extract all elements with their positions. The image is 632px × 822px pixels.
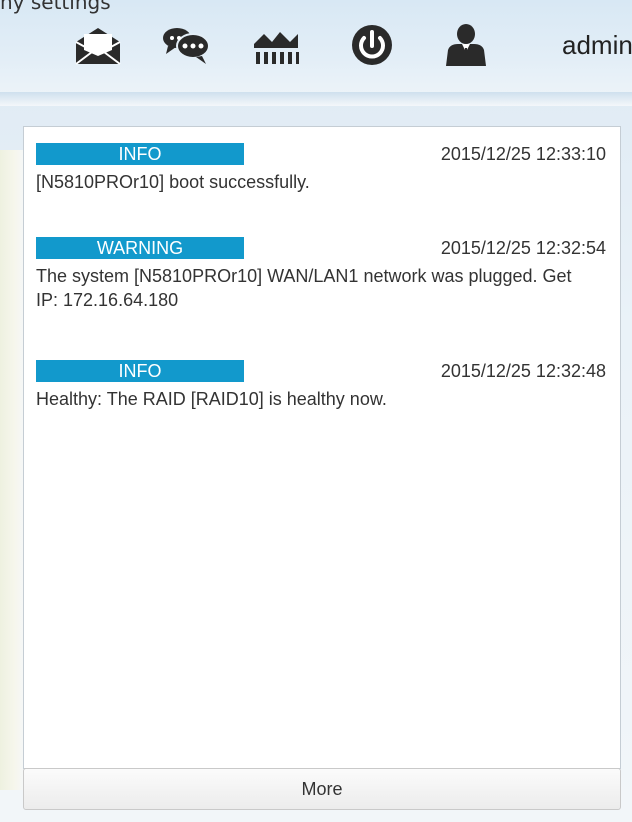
network-icon[interactable]	[250, 22, 302, 68]
notification-panel: INFO 2015/12/25 12:33:10 [N5810PROr10] b…	[23, 126, 621, 769]
timestamp: 2015/12/25 12:32:54	[440, 238, 606, 258]
background-glow	[0, 150, 24, 790]
notification-message: The system [N5810PROr10] WAN/LAN1 networ…	[36, 266, 572, 310]
top-toolbar: admin	[0, 0, 632, 106]
user-icon[interactable]	[440, 22, 492, 68]
level-badge: WARNING	[36, 237, 244, 259]
chat-icon[interactable]	[160, 22, 212, 68]
timestamp: 2015/12/25 12:33:10	[440, 144, 606, 164]
user-menu-label[interactable]: admin	[562, 30, 632, 61]
more-button[interactable]: More	[23, 768, 621, 810]
mail-icon[interactable]	[72, 22, 124, 68]
partial-header-text: ny settings	[0, 0, 111, 14]
notification-message: Healthy: The RAID [RAID10] is healthy no…	[36, 389, 387, 409]
level-badge: INFO	[36, 360, 244, 382]
power-icon[interactable]	[346, 22, 398, 68]
timestamp: 2015/12/25 12:32:48	[440, 361, 606, 381]
notification-message: [N5810PROr10] boot successfully.	[36, 172, 310, 192]
level-badge: INFO	[36, 143, 244, 165]
